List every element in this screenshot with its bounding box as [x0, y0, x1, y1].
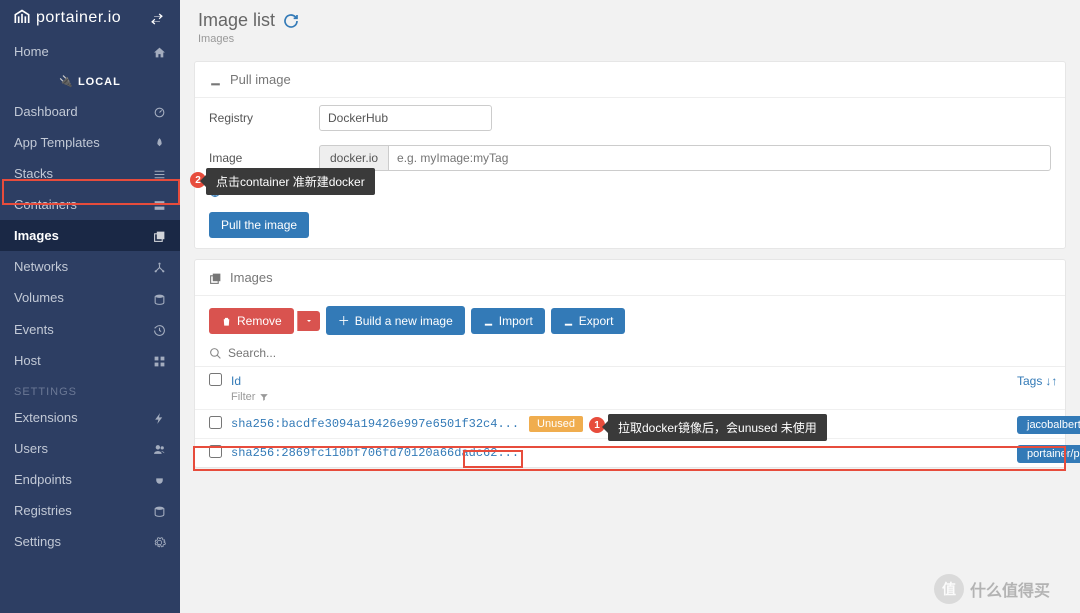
image-tag: portainer/portainer:latest — [1017, 445, 1080, 463]
sidebar-item-endpoints[interactable]: Endpoints — [0, 464, 180, 495]
brand-row: portainer.io — [0, 0, 180, 36]
filter-icon[interactable] — [259, 391, 269, 403]
search-icon — [209, 345, 222, 360]
row-checkbox[interactable] — [209, 416, 222, 429]
sidebar-item-images[interactable]: Images — [0, 220, 180, 251]
images-header: Images — [195, 260, 1065, 296]
sitemap-icon — [153, 259, 166, 274]
download-icon — [209, 72, 222, 87]
export-button[interactable]: Export — [551, 308, 626, 334]
build-image-button[interactable]: ＋Build a new image — [326, 306, 465, 335]
breadcrumb: Images — [198, 33, 1062, 45]
bolt-icon — [153, 410, 166, 425]
sidebar-item-stacks[interactable]: Stacks — [0, 158, 180, 189]
sidebar-local-label: LOCAL — [0, 67, 180, 96]
plug-icon — [153, 472, 166, 487]
pull-image-panel: Pull image Registry Image docker.io Adva… — [194, 61, 1066, 249]
watermark: 值 什么值得买 — [934, 571, 1074, 607]
image-hash-link[interactable]: sha256:2869fc110bf706fd70120a66dadc62... — [231, 446, 519, 460]
swap-icon[interactable] — [150, 10, 168, 26]
brand-icon — [12, 8, 36, 28]
refresh-icon[interactable] — [283, 10, 299, 31]
database-icon — [153, 290, 166, 305]
sidebar-item-dashboard[interactable]: Dashboard — [0, 96, 180, 127]
registry-input[interactable] — [319, 105, 492, 131]
pull-image-button[interactable]: Pull the image — [209, 212, 309, 238]
sidebar-item-home[interactable]: Home — [0, 36, 180, 67]
sidebar-item-settings[interactable]: Settings — [0, 526, 180, 557]
clone-icon — [153, 228, 166, 243]
sidebar: portainer.io Home LOCAL Dashboard App Te… — [0, 0, 180, 613]
sidebar-item-containers[interactable]: Containers — [0, 189, 180, 220]
sidebar-item-volumes[interactable]: Volumes — [0, 282, 180, 313]
sidebar-item-users[interactable]: Users — [0, 433, 180, 464]
sidebar-item-app-templates[interactable]: App Templates — [0, 127, 180, 158]
annotation-tooltip-2: 点击container 准新建docker — [206, 168, 375, 195]
database-icon — [153, 503, 166, 518]
sidebar-item-host[interactable]: Host — [0, 345, 180, 376]
list-icon — [153, 166, 166, 181]
grid-icon — [153, 353, 166, 368]
table-row: sha256:2869fc110bf706fd70120a66dadc62...… — [195, 438, 1065, 467]
select-all-checkbox[interactable] — [209, 373, 222, 386]
watermark-icon: 值 — [934, 574, 964, 604]
annotation-tooltip-1: 拉取docker镜像后，会unused 未使用 — [608, 414, 827, 441]
rocket-icon — [153, 135, 166, 150]
page-header: Image list Images — [180, 0, 1080, 51]
row-checkbox[interactable] — [209, 445, 222, 458]
upload-icon — [483, 314, 494, 328]
unused-badge: Unused — [529, 416, 583, 432]
trash-icon — [221, 314, 232, 328]
sidebar-item-registries[interactable]: Registries — [0, 495, 180, 526]
sidebar-item-networks[interactable]: Networks — [0, 251, 180, 282]
import-button[interactable]: Import — [471, 308, 545, 334]
plus-icon: ＋ — [338, 312, 350, 329]
column-tags[interactable]: Tags↓↑ — [1017, 374, 1080, 388]
sidebar-item-events[interactable]: Events — [0, 314, 180, 345]
history-icon — [153, 322, 166, 337]
sidebar-item-extensions[interactable]: Extensions — [0, 402, 180, 433]
home-icon — [153, 44, 166, 59]
users-icon — [153, 441, 166, 456]
remove-button[interactable]: Remove — [209, 308, 294, 334]
filter-label[interactable]: Filter — [231, 391, 255, 403]
brand-text: portainer.io — [36, 9, 121, 27]
image-input[interactable] — [388, 145, 1051, 171]
gear-icon — [153, 534, 166, 549]
image-label: Image — [209, 151, 319, 165]
dashboard-icon — [153, 104, 166, 119]
column-id[interactable]: Id — [231, 374, 811, 388]
pull-image-header: Pull image — [195, 62, 1065, 98]
registry-label: Registry — [209, 111, 319, 125]
search-input[interactable] — [228, 346, 1051, 360]
main: Image list Images Pull image Registry Im… — [180, 0, 1080, 613]
page-title: Image list — [198, 10, 299, 31]
image-tag: jacobalberty/unifi:latest — [1017, 416, 1080, 434]
remove-caret-button[interactable] — [297, 311, 320, 331]
clone-icon — [209, 270, 222, 285]
sort-icon: ↓↑ — [1045, 374, 1057, 388]
server-icon — [153, 197, 166, 212]
sidebar-settings-header: SETTINGS — [0, 376, 180, 402]
image-hash-link[interactable]: sha256:bacdfe3094a19426e997e6501f32c4... — [231, 417, 519, 431]
download-icon — [563, 314, 574, 328]
